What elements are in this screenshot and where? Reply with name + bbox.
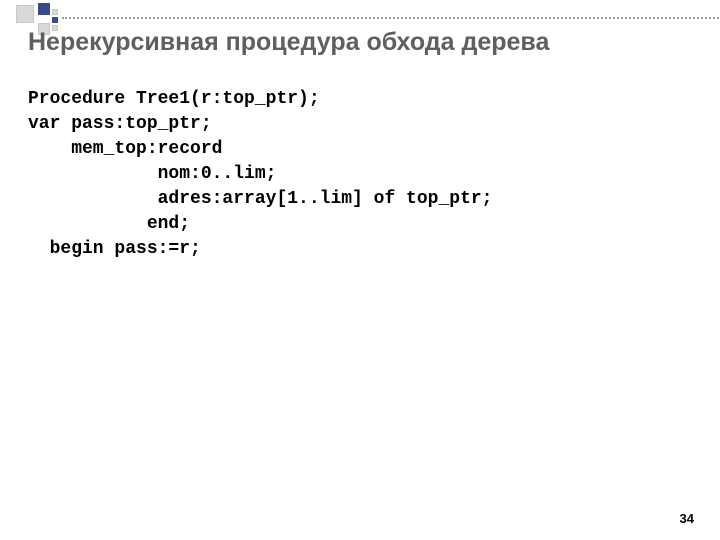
code-line: var pass:top_ptr; [28,114,212,134]
decor-square [52,9,58,15]
decor-square [38,3,50,15]
page-number: 34 [680,511,694,526]
slide: Нерекурсивная процедура обхода дерева Pr… [0,0,720,540]
code-line: end; [28,214,190,234]
decor-square [16,5,34,23]
slide-title: Нерекурсивная процедура обхода дерева [28,28,700,57]
code-line: Procedure Tree1(r:top_ptr); [28,89,320,109]
code-block: Procedure Tree1(r:top_ptr); var pass:top… [28,62,492,262]
code-line: adres:array[1..lim] of top_ptr; [28,189,492,209]
code-line: begin pass:=r; [28,239,201,259]
code-line: nom:0..lim; [28,164,276,184]
decor-square [52,17,58,23]
code-line: mem_top:record [28,139,222,159]
dotted-rule [62,17,720,19]
